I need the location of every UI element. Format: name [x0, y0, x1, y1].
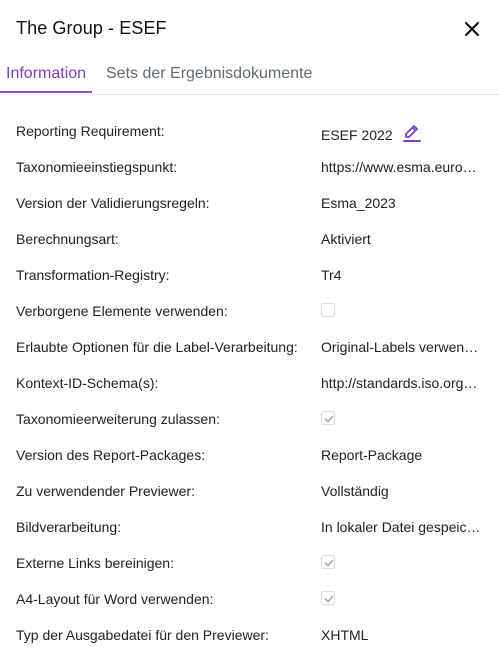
a4-layout-checkbox — [321, 591, 335, 605]
row-label: Zu verwendender Previewer: — [16, 483, 195, 499]
row-value: Esma_2023 — [321, 195, 396, 211]
row-externe-links: Externe Links bereinigen: — [0, 545, 499, 581]
row-reporting-requirement: Reporting Requirement: ESEF 2022 — [0, 113, 499, 149]
row-verborgene-elemente: Verborgene Elemente verwenden: — [0, 293, 499, 329]
dialog-header: The Group - ESEF — [0, 0, 499, 58]
row-value: Aktiviert — [321, 231, 371, 247]
row-a4-layout: A4-Layout für Word verwenden: — [0, 581, 499, 617]
checkmark-icon — [324, 415, 334, 423]
row-label: Taxonomieerweiterung zulassen: — [16, 411, 220, 427]
tab-bar: Information Sets der Ergebnisdokumente — [0, 58, 499, 95]
information-list: Reporting Requirement: ESEF 2022 Taxonom… — [0, 113, 499, 653]
taxonomieerweiterung-checkbox — [321, 411, 335, 425]
tab-sets-der-ergebnisdokumente[interactable]: Sets der Ergebnisdokumente — [106, 65, 312, 83]
row-label: Erlaubte Optionen für die Label-Verarbei… — [16, 339, 298, 355]
row-label-verarbeitung: Erlaubte Optionen für die Label-Verarbei… — [0, 329, 499, 365]
row-label: A4-Layout für Word verwenden: — [16, 591, 214, 607]
checkmark-icon — [324, 559, 334, 567]
externe-links-checkbox — [321, 555, 335, 569]
verborgene-elemente-checkbox — [321, 303, 335, 317]
row-label: Taxonomieeinstiegspunkt: — [16, 159, 178, 175]
row-value: Original-Labels verwenden — [321, 339, 481, 355]
row-label: Version des Report-Packages: — [16, 447, 206, 463]
checkmark-icon — [324, 595, 334, 603]
row-value: http://standards.iso.org/iso/17442 — [321, 375, 481, 391]
row-label: Typ der Ausgabedatei für den Previewer: — [16, 627, 269, 643]
row-label: Reporting Requirement: — [16, 123, 165, 139]
close-icon[interactable] — [460, 17, 484, 41]
row-value: Vollständig — [321, 483, 389, 499]
row-bildverarbeitung: Bildverarbeitung: In lokaler Datei gespe… — [0, 509, 499, 545]
row-berechnungsart: Berechnungsart: Aktiviert — [0, 221, 499, 257]
tab-information[interactable]: Information — [6, 65, 86, 83]
row-ausgabedatei-typ: Typ der Ausgabedatei für den Previewer: … — [0, 617, 499, 653]
row-report-package-version: Version des Report-Packages: Report-Pack… — [0, 437, 499, 473]
row-value: https://www.esma.europa.eu/taxonomy/2022… — [321, 159, 481, 175]
row-label: Berechnungsart: — [16, 231, 119, 247]
row-label: Kontext-ID-Schema(s): — [16, 375, 159, 391]
row-label: Externe Links bereinigen: — [16, 555, 174, 571]
row-value: XHTML — [321, 627, 369, 643]
row-taxonomieerweiterung: Taxonomieerweiterung zulassen: — [0, 401, 499, 437]
row-label: Bildverarbeitung: — [16, 519, 122, 535]
row-label: Version der Validierungsregeln: — [16, 195, 210, 211]
row-value: Report-Package — [321, 447, 423, 463]
row-value: In lokaler Datei gespeichert — [321, 519, 481, 535]
pencil-icon[interactable] — [402, 123, 421, 146]
row-transformation-registry: Transformation-Registry: Tr4 — [0, 257, 499, 293]
reporting-requirement-value: ESEF 2022 — [321, 127, 393, 143]
row-version-validierungsregeln: Version der Validierungsregeln: Esma_202… — [0, 185, 499, 221]
row-kontext-id-schema: Kontext-ID-Schema(s): http://standards.i… — [0, 365, 499, 401]
row-previewer: Zu verwendender Previewer: Vollständig — [0, 473, 499, 509]
row-taxonomieeinstiegspunkt: Taxonomieeinstiegspunkt: https://www.esm… — [0, 149, 499, 185]
row-label: Verborgene Elemente verwenden: — [16, 303, 228, 319]
active-tab-indicator — [0, 91, 92, 93]
dialog-title: The Group - ESEF — [16, 18, 167, 38]
row-value: ESEF 2022 — [321, 123, 421, 146]
row-value: Tr4 — [321, 267, 342, 283]
row-label: Transformation-Registry: — [16, 267, 170, 283]
